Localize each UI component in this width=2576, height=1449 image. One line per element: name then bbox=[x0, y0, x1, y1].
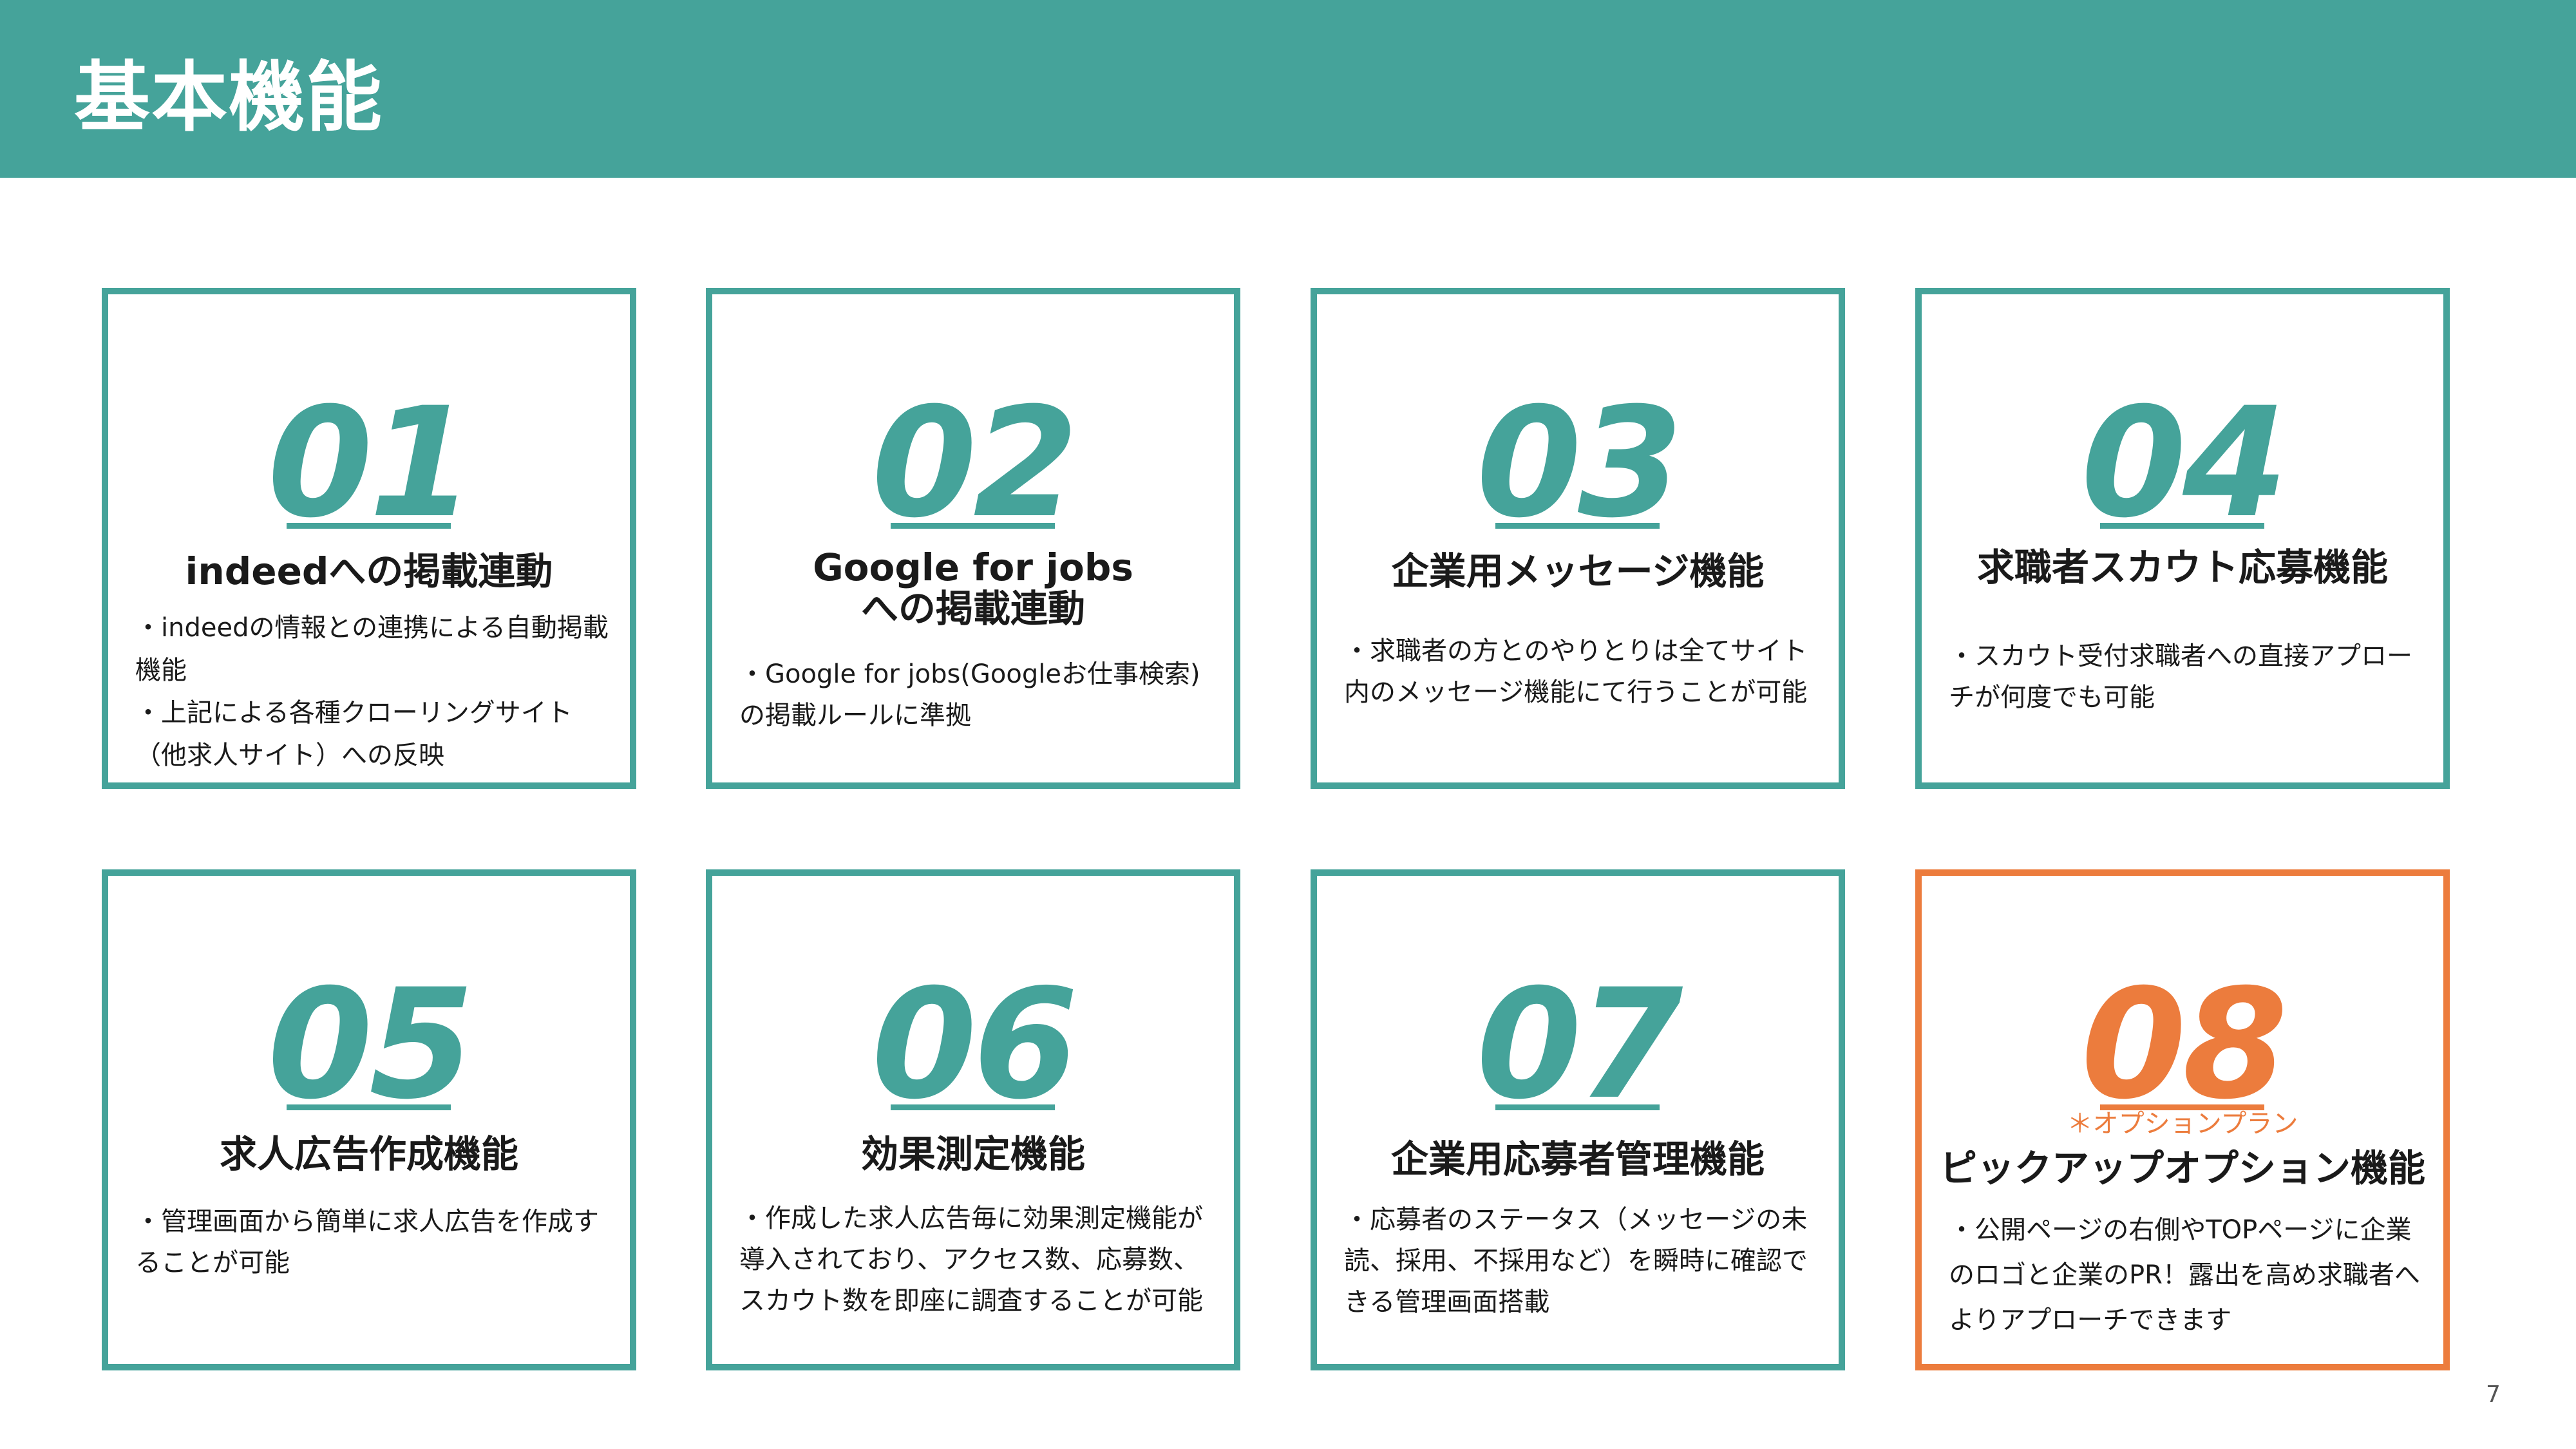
card-title: 効果測定機能 bbox=[712, 1133, 1234, 1175]
card-title: 企業用メッセージ機能 bbox=[1317, 551, 1839, 592]
card-description: ・Google for jobs(Googleお仕事検索)の掲載ルールに準拠 bbox=[739, 654, 1215, 736]
page-number: 7 bbox=[2486, 1381, 2501, 1408]
card-description: ・管理画面から簡単に求人広告を作成することが可能 bbox=[135, 1201, 611, 1283]
card-title: 求人広告作成機能 bbox=[108, 1133, 630, 1175]
card-title: Google for jobs への掲載連動 bbox=[712, 547, 1234, 629]
feature-card-07: 07 企業用応募者管理機能 ・応募者のステータス（メッセージの未読、採用、不採用… bbox=[1311, 869, 1845, 1370]
card-title: ピックアップオプション機能 bbox=[1922, 1148, 2443, 1189]
card-description: ・公開ページの右側やTOPページに企業のロゴと企業のPR！露出を高め求職者へより… bbox=[1949, 1208, 2424, 1343]
feature-card-03: 03 企業用メッセージ機能 ・求職者の方とのやりとりは全てサイト内のメッセージ機… bbox=[1311, 288, 1845, 789]
card-title-line: 企業用応募者管理機能 bbox=[1390, 1137, 1765, 1181]
card-description: ・求職者の方とのやりとりは全てサイト内のメッセージ機能にて行うことが可能 bbox=[1344, 630, 1819, 713]
card-title-line: Google for jobs bbox=[813, 545, 1133, 589]
description-line: ・上記による各種クローリングサイト（他求人サイト）への反映 bbox=[135, 698, 573, 770]
number-underline bbox=[1495, 523, 1660, 529]
feature-card-01: 01 indeedへの掲載連動 ・indeedの情報との連携による自動掲載機能 … bbox=[102, 288, 636, 789]
feature-card-02: 02 Google for jobs への掲載連動 ・Google for jo… bbox=[706, 288, 1240, 789]
feature-card-05: 05 求人広告作成機能 ・管理画面から簡単に求人広告を作成することが可能 bbox=[102, 869, 636, 1370]
number-underline bbox=[287, 523, 451, 529]
card-number: 08 bbox=[2081, 957, 2287, 1133]
card-title: indeedへの掲載連動 bbox=[108, 551, 630, 592]
card-title-line: 企業用メッセージ機能 bbox=[1391, 549, 1765, 593]
description-line: ・応募者のステータス（メッセージの未読、採用、不採用など）を瞬時に確認できる管理… bbox=[1344, 1205, 1808, 1317]
card-title-line: ピックアップオプション機能 bbox=[1939, 1146, 2425, 1190]
description-line: ・indeedの情報との連携による自動掲載機能 bbox=[135, 613, 609, 685]
card-title: 求職者スカウト応募機能 bbox=[1922, 547, 2443, 588]
description-line: ・公開ページの右側やTOPページに企業のロゴと企業のPR！露出を高め求職者へより… bbox=[1949, 1215, 2420, 1335]
page-title: 基本機能 bbox=[74, 53, 384, 142]
card-title-line: 求職者スカウト応募機能 bbox=[1976, 545, 2388, 589]
card-number: 01 bbox=[267, 375, 474, 551]
card-description: ・スカウト受付求職者への直接アプローチが何度でも可能 bbox=[1949, 636, 2424, 718]
header-bar: 基本機能 bbox=[0, 0, 2576, 178]
number-underline bbox=[2100, 523, 2264, 529]
card-number: 04 bbox=[2081, 375, 2287, 551]
number-underline bbox=[891, 1104, 1055, 1110]
card-title-line: indeedへの掲載連動 bbox=[185, 549, 553, 593]
card-description: ・応募者のステータス（メッセージの未読、採用、不採用など）を瞬時に確認できる管理… bbox=[1344, 1199, 1819, 1323]
number-underline bbox=[891, 523, 1055, 529]
card-title-line: への掲載連動 bbox=[860, 587, 1085, 630]
description-line: ・管理画面から簡単に求人広告を作成することが可能 bbox=[135, 1207, 599, 1278]
card-description: ・indeedの情報との連携による自動掲載機能 ・上記による各種クローリングサイ… bbox=[135, 607, 611, 777]
description-line: ・作成した求人広告毎に効果測定機能が導入されており、アクセス数、応募数、スカウト… bbox=[739, 1204, 1203, 1316]
card-number: 05 bbox=[267, 957, 474, 1133]
card-number: 07 bbox=[1476, 957, 1683, 1133]
description-line: ・求職者の方とのやりとりは全てサイト内のメッセージ機能にて行うことが可能 bbox=[1344, 636, 1808, 707]
card-number: 03 bbox=[1476, 375, 1683, 551]
card-title-line: 求人広告作成機能 bbox=[219, 1132, 518, 1176]
card-title: 企業用応募者管理機能 bbox=[1317, 1139, 1839, 1180]
feature-card-04: 04 求職者スカウト応募機能 ・スカウト受付求職者への直接アプローチが何度でも可… bbox=[1915, 288, 2450, 789]
description-line: ・スカウト受付求職者への直接アプローチが何度でも可能 bbox=[1949, 641, 2412, 712]
feature-card-06: 06 効果測定機能 ・作成した求人広告毎に効果測定機能が導入されており、アクセス… bbox=[706, 869, 1240, 1370]
description-line: ・Google for jobs(Googleお仕事検索)の掲載ルールに準拠 bbox=[739, 659, 1200, 730]
card-title-line: 効果測定機能 bbox=[860, 1132, 1085, 1176]
number-underline bbox=[287, 1104, 451, 1110]
feature-card-08: 08 ＊オプションプラン ピックアップオプション機能 ・公開ページの右側やTOP… bbox=[1915, 869, 2450, 1370]
option-plan-note: ＊オプションプラン bbox=[2067, 1109, 2298, 1139]
number-underline bbox=[1495, 1104, 1660, 1110]
card-number: 02 bbox=[871, 375, 1078, 551]
card-number: 06 bbox=[871, 957, 1078, 1133]
card-description: ・作成した求人広告毎に効果測定機能が導入されており、アクセス数、応募数、スカウト… bbox=[739, 1198, 1215, 1321]
